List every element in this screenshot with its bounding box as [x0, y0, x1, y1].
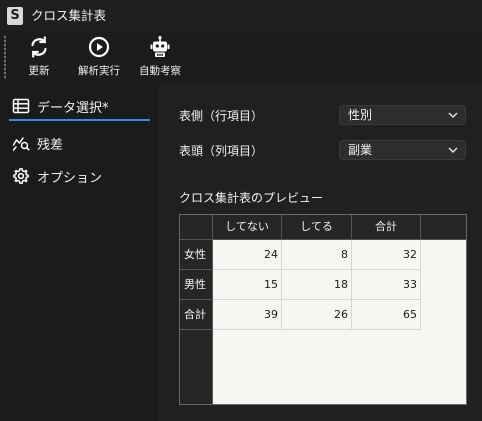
col-field-select[interactable]: 副業 [339, 140, 466, 160]
row-field-value: 性別 [348, 108, 373, 122]
title-bar: S クロス集計表 [0, 0, 482, 31]
table-cell[interactable]: 39 [213, 300, 282, 330]
row-header-filler [180, 330, 213, 404]
sidebar-item-label: データ選択* [37, 100, 109, 116]
row-header: 女性 [180, 240, 213, 270]
row-header: 男性 [180, 270, 213, 300]
sidebar-item-options[interactable]: オプション [12, 165, 102, 187]
table-cell[interactable]: 26 [282, 300, 352, 330]
column-header: 合計 [352, 215, 421, 240]
table-cell[interactable]: 65 [352, 300, 421, 330]
column-header-filler [421, 215, 441, 240]
table-cell[interactable]: 8 [282, 240, 352, 270]
table-cell[interactable]: 24 [213, 240, 282, 270]
sidebar-item-label: 残差 [37, 137, 64, 153]
chart-search-icon [12, 137, 30, 151]
sidebar: データ選択* 残差 オプション [0, 85, 157, 421]
row-field-label: 表側（行項目） [179, 109, 264, 123]
refresh-button[interactable]: 更新 [23, 35, 55, 81]
row-header: 合計 [180, 300, 213, 330]
sidebar-item-data-select[interactable]: データ選択* [12, 95, 109, 117]
chevron-down-icon [448, 147, 458, 154]
refresh-icon [31, 36, 47, 58]
table-cell[interactable]: 18 [282, 270, 352, 300]
crosstab-preview-grid[interactable]: してない してる 合計 女性 男性 合計 24 8 32 15 18 33 39… [179, 214, 467, 405]
app-icon: S [7, 7, 23, 25]
col-field-value: 副業 [348, 143, 373, 157]
chevron-down-icon [448, 112, 458, 119]
run-analysis-label: 解析実行 [78, 65, 120, 77]
table-cell[interactable]: 15 [213, 270, 282, 300]
toolbar: 更新 解析実行 自動考察 [0, 31, 482, 85]
row-field-select[interactable]: 性別 [339, 105, 466, 125]
sidebar-item-label: オプション [37, 170, 103, 186]
table-cell[interactable]: 33 [352, 270, 421, 300]
table-icon [12, 98, 30, 114]
selected-indicator [9, 119, 150, 121]
auto-insight-button[interactable]: 自動考察 [136, 35, 184, 81]
column-header: してない [213, 215, 282, 240]
column-header: してる [282, 215, 352, 240]
refresh-label: 更新 [28, 65, 50, 77]
play-circle-icon [88, 36, 110, 58]
grid-corner [180, 215, 213, 240]
gear-icon [13, 168, 29, 184]
run-analysis-button[interactable]: 解析実行 [75, 35, 123, 81]
main-content: 表側（行項目） 性別 表頭（列項目） 副業 クロス集計表のプレビュー してない … [157, 85, 482, 421]
table-cell[interactable]: 32 [352, 240, 421, 270]
auto-insight-label: 自動考察 [139, 65, 181, 77]
sidebar-item-residuals[interactable]: 残差 [12, 132, 63, 154]
col-field-label: 表頭（列項目） [179, 144, 264, 158]
column-header-filler [441, 215, 466, 240]
robot-icon [150, 36, 170, 57]
preview-title: クロス集計表のプレビュー [179, 191, 324, 205]
toolbar-grip[interactable] [4, 35, 6, 79]
window-title: クロス集計表 [31, 8, 107, 23]
